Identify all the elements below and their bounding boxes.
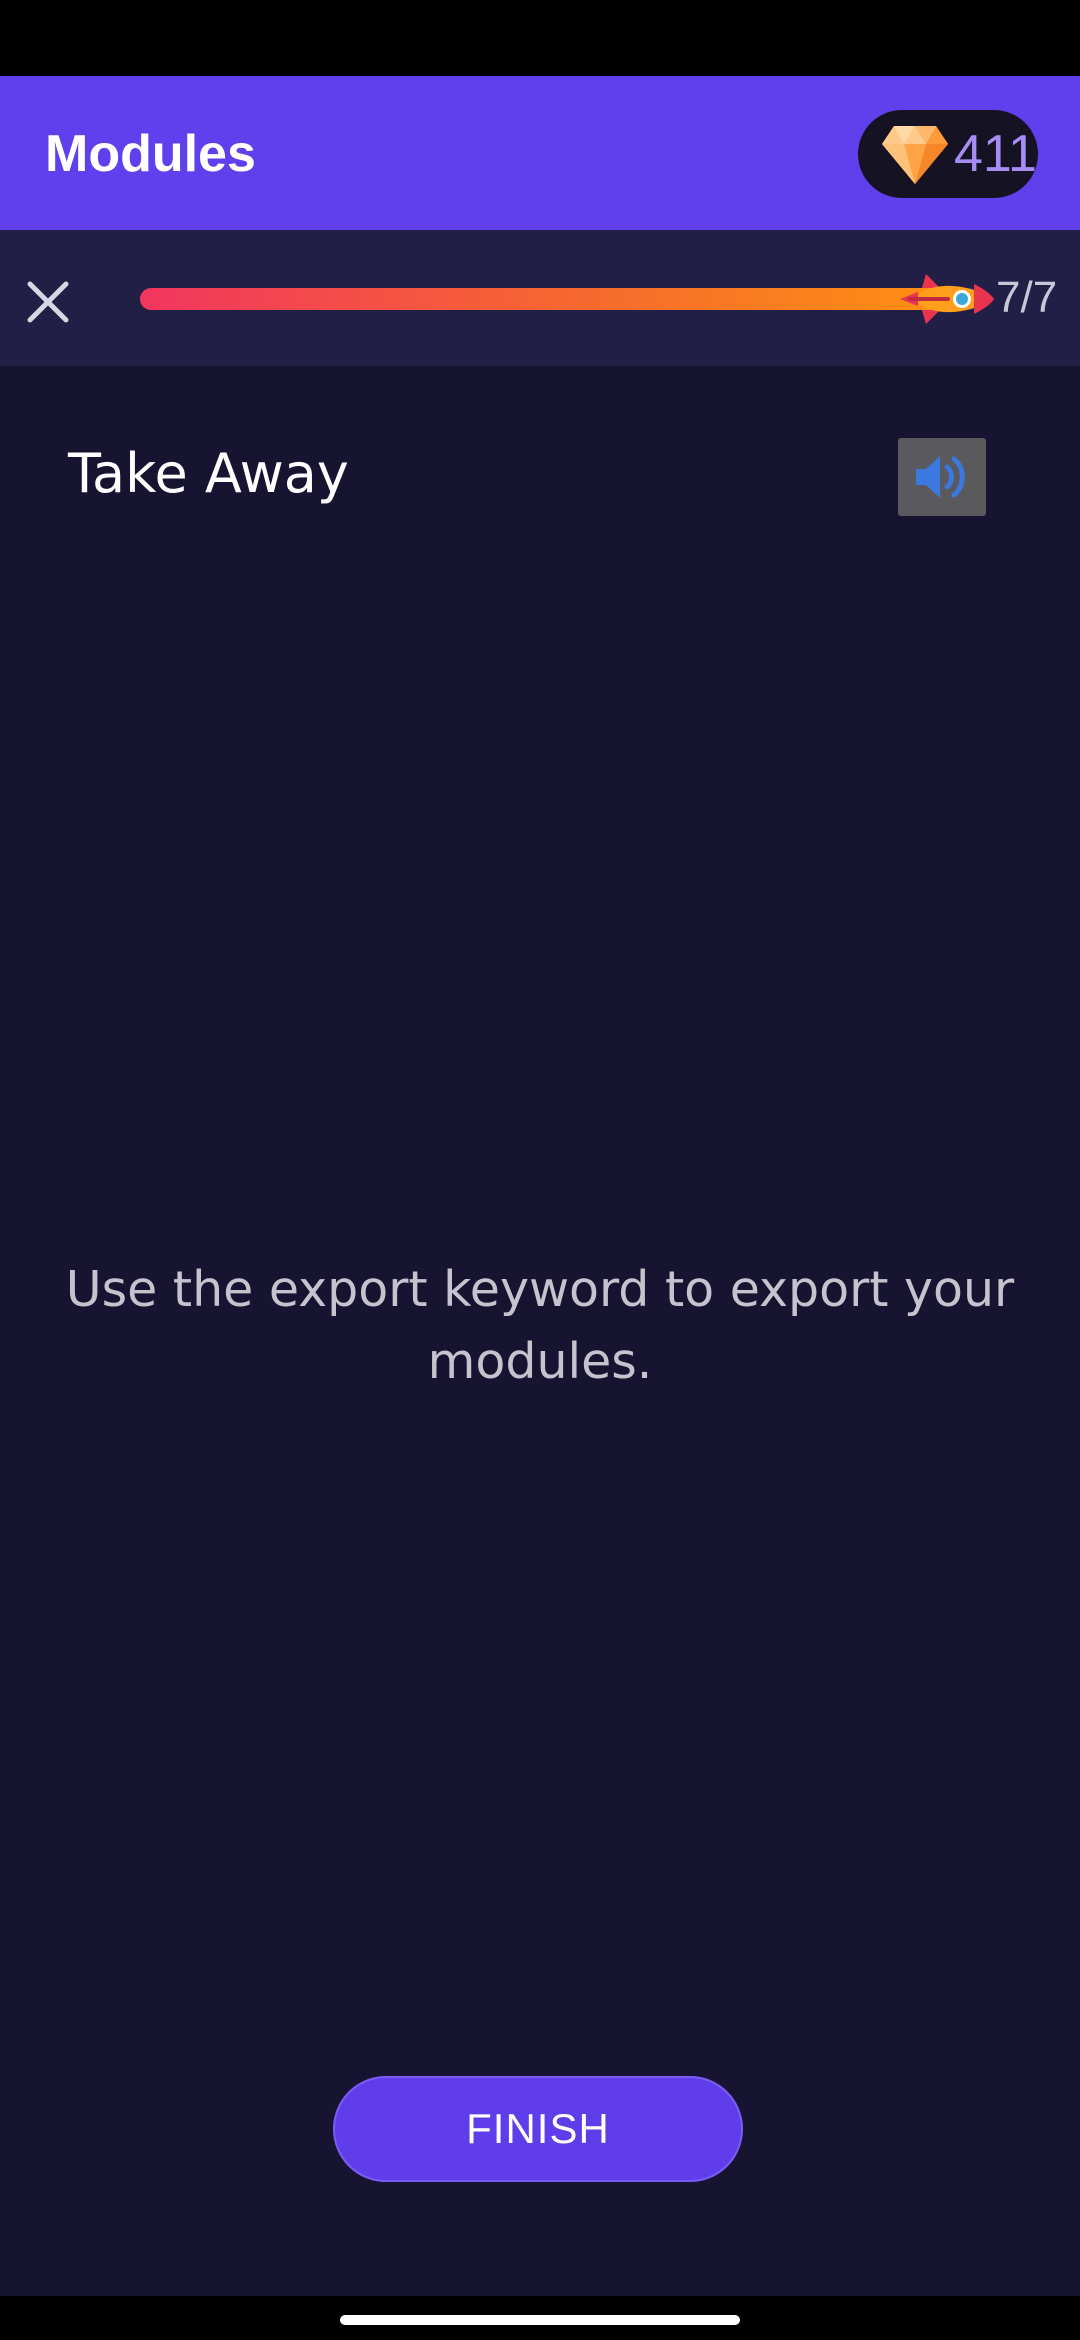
diamond-icon (882, 126, 948, 184)
progress-label: 7/7 (996, 273, 1058, 322)
close-icon[interactable] (22, 276, 74, 328)
lesson-content: Take Away Use the export keyword to expo… (0, 366, 1080, 2296)
home-indicator[interactable] (340, 2315, 740, 2325)
status-bar (0, 0, 1080, 76)
lesson-progress-header: 7/7 (0, 230, 1080, 366)
takeaway-text: Use the export keyword to export your mo… (65, 1261, 1015, 1390)
page-title: Modules (45, 125, 256, 183)
gem-count: 411 (954, 125, 1037, 183)
audio-button[interactable] (898, 438, 986, 516)
gems-badge[interactable]: 411 (858, 110, 1038, 198)
screen: Modules 411 7/7 Take Away Use the export… (0, 0, 1080, 2340)
system-nav-bar (0, 2296, 1080, 2340)
progress-track (140, 288, 980, 310)
progress-fill (140, 288, 960, 310)
finish-button[interactable]: FINISH (333, 2076, 743, 2182)
section-title: Take Away (68, 442, 349, 505)
rocket-icon (900, 274, 994, 324)
app-bar: Modules 411 (0, 76, 1080, 230)
speaker-icon (916, 456, 965, 498)
